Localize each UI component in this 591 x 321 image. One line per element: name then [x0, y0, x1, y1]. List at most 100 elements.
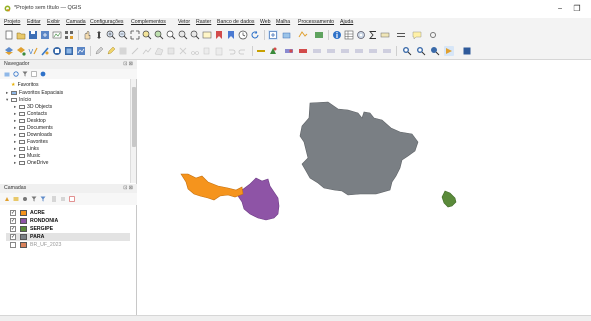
select-features-icon[interactable] [402, 46, 412, 56]
browser-item-favoritos[interactable]: ★ Favoritos [6, 82, 39, 89]
pan-to-selection-icon[interactable] [94, 30, 104, 40]
copy-features-icon[interactable] [202, 46, 212, 56]
restore-button[interactable]: ❐ [572, 4, 582, 14]
layer-symbol-swatch[interactable] [20, 234, 27, 240]
menu-configuracoes[interactable]: Configurações [90, 19, 123, 25]
move-label-icon[interactable] [312, 46, 322, 56]
zoom-in-icon[interactable] [106, 30, 116, 40]
save-edits-icon[interactable] [118, 46, 128, 56]
settings-icon[interactable] [428, 30, 438, 40]
callout-tool-icon[interactable] [368, 46, 378, 56]
menu-vetor[interactable]: Vetor [178, 19, 190, 25]
add-spatialite-icon[interactable] [64, 46, 74, 56]
add-wms-icon[interactable] [76, 46, 86, 56]
menu-malha[interactable]: Malha [276, 19, 290, 25]
browser-item-music[interactable]: ▸ Music [14, 152, 40, 159]
digitize-polygon-icon[interactable] [154, 46, 164, 56]
map-canvas-svg[interactable] [138, 60, 591, 315]
identify-icon[interactable] [332, 30, 342, 40]
browser-item-favorites[interactable]: ▸ Favorites [14, 138, 48, 145]
menu-ajuda[interactable]: Ajuda [340, 19, 353, 25]
layer-symbol-swatch[interactable] [20, 242, 27, 248]
layer-symbol-swatch[interactable] [20, 226, 27, 232]
layer-symbol-swatch[interactable] [20, 210, 27, 216]
browser-item-documents[interactable]: ▸ Documents [14, 124, 53, 131]
redo-icon[interactable] [238, 46, 248, 56]
label-tool-icon[interactable] [256, 46, 266, 56]
cut-features-icon[interactable] [190, 46, 200, 56]
layer-visibility-checkbox[interactable]: ✓ [10, 218, 16, 224]
browser-item-3d-objects[interactable]: ▸ 3D Objects [14, 103, 52, 110]
show-bookmarks-icon[interactable] [226, 30, 236, 40]
filter-legend-icon[interactable] [31, 196, 37, 202]
open-project-icon[interactable] [16, 30, 26, 40]
pin-labels-icon[interactable] [268, 46, 278, 56]
refresh-browser-icon[interactable] [13, 71, 19, 77]
toggle-editing-icon[interactable] [106, 46, 116, 56]
new-bookmark-icon[interactable] [214, 30, 224, 40]
expand-all-icon[interactable] [51, 196, 57, 202]
browser-item-downloads[interactable]: ▸ Downloads [14, 131, 52, 138]
browser-item-contacts[interactable]: ▸ Contacts [14, 110, 47, 117]
attribute-table-icon[interactable] [344, 30, 354, 40]
properties-icon[interactable] [40, 71, 46, 77]
python-console-icon[interactable] [444, 46, 454, 56]
para-polygon[interactable] [299, 101, 419, 196]
menu-projeto[interactable]: Projeto [4, 19, 20, 25]
rondonia-polygon[interactable] [237, 177, 280, 221]
layer-visibility-checkbox[interactable]: ✓ [10, 226, 16, 232]
browser-item-desktop[interactable]: ▸ Desktop [14, 117, 46, 124]
processing-toolbox-icon[interactable] [356, 30, 366, 40]
zoom-native-icon[interactable] [166, 30, 176, 40]
digitize-line-icon[interactable] [142, 46, 152, 56]
show-hide-labels-icon[interactable] [298, 46, 308, 56]
zoom-full-icon[interactable] [130, 30, 140, 40]
rotate-label-icon[interactable] [326, 46, 336, 56]
open-layer-styling-icon[interactable] [4, 196, 10, 202]
paste-features-icon[interactable] [214, 46, 224, 56]
menu-exibir[interactable]: Exibir [47, 19, 60, 25]
new-project-icon[interactable] [4, 30, 14, 40]
menu-raster[interactable]: Raster [196, 19, 211, 25]
menu-complementos[interactable]: Complementos [131, 19, 166, 25]
plugins-icon[interactable] [462, 46, 472, 56]
browser-item-links[interactable]: ▸ Links [14, 145, 39, 152]
change-label-icon[interactable] [340, 46, 350, 56]
sergipe-polygon[interactable] [441, 190, 457, 208]
layer-visibility-checkbox[interactable]: ✓ [10, 210, 16, 216]
add-directory-icon[interactable] [4, 71, 10, 77]
menu-processamento[interactable]: Processamento [298, 19, 334, 25]
add-vector-icon[interactable] [298, 30, 308, 40]
add-vector-layer-icon[interactable] [16, 46, 26, 56]
zoom-layer-icon[interactable] [154, 30, 164, 40]
acre-polygon[interactable] [180, 173, 244, 201]
add-group-icon[interactable] [13, 196, 19, 202]
browser-scrollbar[interactable] [130, 79, 136, 183]
print-layout-icon[interactable] [52, 30, 62, 40]
filter-by-expression-icon[interactable] [40, 196, 46, 202]
statistical-summary-icon[interactable] [368, 30, 378, 40]
layer-visibility-checkbox[interactable] [10, 242, 16, 248]
layer-symbol-swatch[interactable] [20, 218, 27, 224]
delete-selected-icon[interactable] [178, 46, 188, 56]
add-delimited-text-icon[interactable] [40, 46, 50, 56]
select-by-value-icon[interactable] [416, 46, 426, 56]
zoom-out-icon[interactable] [118, 30, 128, 40]
zoom-last-icon[interactable] [178, 30, 188, 40]
filter-browser-icon[interactable] [22, 71, 28, 77]
map-tips-icon[interactable] [202, 30, 212, 40]
browser-item-onedrive[interactable]: ▸ OneDrive [14, 159, 49, 166]
browser-item-favoritos-espaciais[interactable]: ▸ Favoritos Espaciais [6, 89, 63, 96]
remove-layer-icon[interactable] [69, 196, 75, 202]
menu-banco-de-dados[interactable]: Banco de dados [217, 19, 255, 25]
layer-visibility-checkbox[interactable]: ✓ [10, 234, 16, 240]
pan-hand-icon[interactable] [82, 30, 92, 40]
new-layer-icon[interactable] [282, 30, 292, 40]
temporal-controller-icon[interactable] [238, 30, 248, 40]
menu-web[interactable]: Web [260, 19, 271, 25]
menu-editar[interactable]: Editar [27, 19, 41, 25]
collapse-all-layers-icon[interactable] [60, 196, 66, 202]
digitize-point-icon[interactable] [130, 46, 140, 56]
highlight-labels-icon[interactable] [284, 46, 294, 56]
measure-icon[interactable] [380, 30, 390, 40]
